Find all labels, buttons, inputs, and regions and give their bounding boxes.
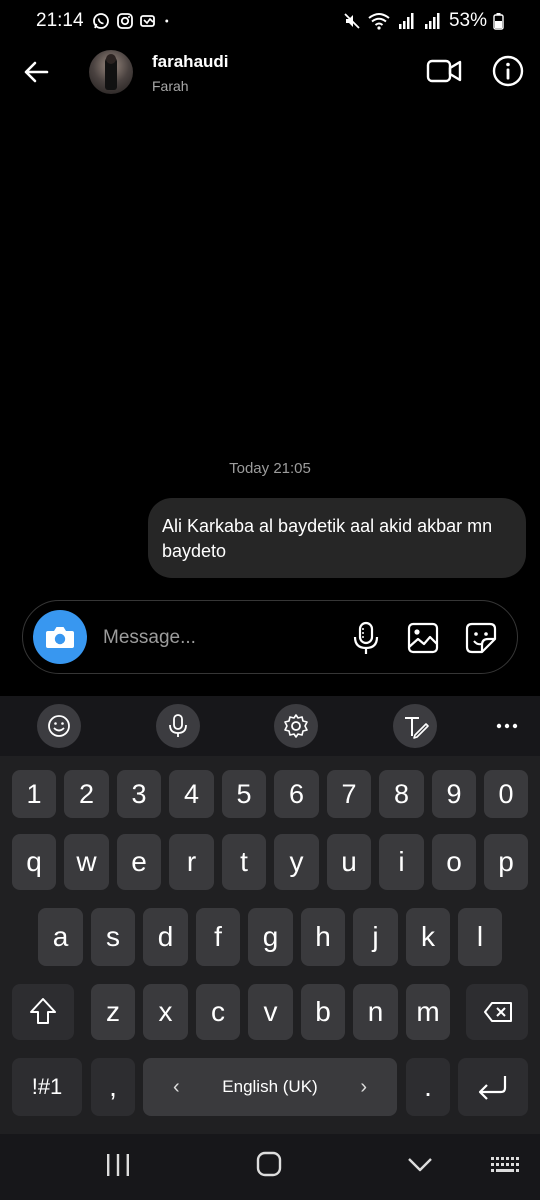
key-m[interactable]: m: [406, 984, 450, 1040]
key-i[interactable]: i: [379, 834, 424, 890]
key-q[interactable]: q: [12, 834, 56, 890]
key-r[interactable]: r: [169, 834, 214, 890]
key-v[interactable]: v: [248, 984, 293, 1040]
signal-icon-2: [424, 13, 440, 29]
handwriting-icon: [405, 717, 429, 739]
key-1[interactable]: 1: [12, 770, 56, 818]
comma-key[interactable]: ,: [91, 1058, 135, 1116]
emoji-button[interactable]: [37, 704, 81, 748]
message-composer: [22, 600, 518, 674]
chat-username[interactable]: farahaudi: [152, 52, 229, 72]
battery-percent: 53%: [448, 10, 487, 31]
key-x[interactable]: x: [143, 984, 188, 1040]
mute-icon: [344, 13, 360, 29]
battery-icon: [493, 13, 504, 30]
backspace-icon: [484, 1002, 512, 1022]
messenger-icon: [140, 15, 155, 27]
key-5[interactable]: 5: [222, 770, 266, 818]
key-a[interactable]: a: [38, 908, 83, 966]
hide-keyboard-icon[interactable]: [400, 1148, 440, 1182]
key-z[interactable]: z: [91, 984, 135, 1040]
symbols-key[interactable]: !#1: [12, 1058, 82, 1116]
period-key[interactable]: .: [406, 1058, 450, 1116]
recent-apps-icon[interactable]: [98, 1148, 138, 1182]
handwriting-button[interactable]: [393, 704, 437, 748]
gear-icon: [284, 714, 308, 738]
status-bar: 21:14 53%: [0, 0, 540, 44]
shift-key[interactable]: [12, 984, 74, 1040]
instagram-icon: [117, 13, 133, 29]
video-call-icon[interactable]: [426, 57, 462, 85]
navigation-bar: [0, 1134, 540, 1200]
sticker-icon[interactable]: [464, 621, 498, 655]
more-options-icon[interactable]: [486, 704, 530, 748]
emoji-icon: [48, 715, 70, 737]
voice-input-button[interactable]: [156, 704, 200, 748]
key-g[interactable]: g: [248, 908, 293, 966]
key-7[interactable]: 7: [327, 770, 371, 818]
avatar[interactable]: [89, 50, 133, 94]
key-n[interactable]: n: [353, 984, 398, 1040]
shift-icon: [30, 998, 56, 1024]
keyboard-settings-button[interactable]: [274, 704, 318, 748]
space-language-label: English (UK): [222, 1077, 318, 1096]
wifi-icon: [368, 13, 390, 30]
camera-button[interactable]: [33, 610, 87, 664]
key-t[interactable]: t: [222, 834, 266, 890]
signal-icon: [398, 13, 414, 29]
message-timestamp: Today 21:05: [229, 460, 311, 477]
keyboard: 1 2 3 4 5 6 7 8 9 0 q w e r t y u i o p …: [0, 696, 540, 1200]
home-icon[interactable]: [249, 1148, 289, 1182]
key-y[interactable]: y: [274, 834, 319, 890]
key-o[interactable]: o: [432, 834, 476, 890]
key-p[interactable]: p: [484, 834, 528, 890]
status-time: 21:14: [36, 10, 84, 31]
key-h[interactable]: h: [301, 908, 345, 966]
space-key[interactable]: ‹ English (UK) ›: [143, 1058, 397, 1116]
whatsapp-icon: [93, 13, 109, 29]
key-e[interactable]: e: [117, 834, 161, 890]
key-j[interactable]: j: [353, 908, 398, 966]
key-4[interactable]: 4: [169, 770, 214, 818]
microphone-icon[interactable]: [351, 620, 381, 656]
keyboard-switch-icon[interactable]: [486, 1148, 526, 1182]
camera-icon: [46, 627, 74, 648]
enter-icon: [478, 1076, 507, 1100]
chat-display-name: Farah: [152, 78, 189, 94]
message-input[interactable]: [103, 623, 333, 653]
keyboard-mic-icon: [169, 714, 187, 737]
key-u[interactable]: u: [327, 834, 371, 890]
key-s[interactable]: s: [91, 908, 135, 966]
key-k[interactable]: k: [406, 908, 450, 966]
keyboard-toolbar: [0, 696, 540, 756]
key-0[interactable]: 0: [484, 770, 528, 818]
key-6[interactable]: 6: [274, 770, 319, 818]
key-3[interactable]: 3: [117, 770, 161, 818]
key-2[interactable]: 2: [64, 770, 109, 818]
key-l[interactable]: l: [458, 908, 502, 966]
key-c[interactable]: c: [196, 984, 240, 1040]
sent-message-bubble[interactable]: Ali Karkaba al baydetik aal akid akbar m…: [148, 498, 526, 578]
right-arrow-icon: ›: [360, 1076, 367, 1098]
key-9[interactable]: 9: [432, 770, 476, 818]
key-f[interactable]: f: [196, 908, 240, 966]
key-d[interactable]: d: [143, 908, 188, 966]
left-arrow-icon: ‹: [173, 1076, 180, 1098]
info-icon[interactable]: [491, 54, 525, 88]
backspace-key[interactable]: [466, 984, 528, 1040]
chat-header: farahaudi Farah: [0, 44, 540, 104]
gallery-icon[interactable]: [406, 621, 440, 655]
key-b[interactable]: b: [301, 984, 345, 1040]
back-arrow-icon[interactable]: [20, 56, 52, 88]
key-8[interactable]: 8: [379, 770, 424, 818]
enter-key[interactable]: [458, 1058, 528, 1116]
key-w[interactable]: w: [64, 834, 109, 890]
dot-icon: [165, 19, 169, 23]
